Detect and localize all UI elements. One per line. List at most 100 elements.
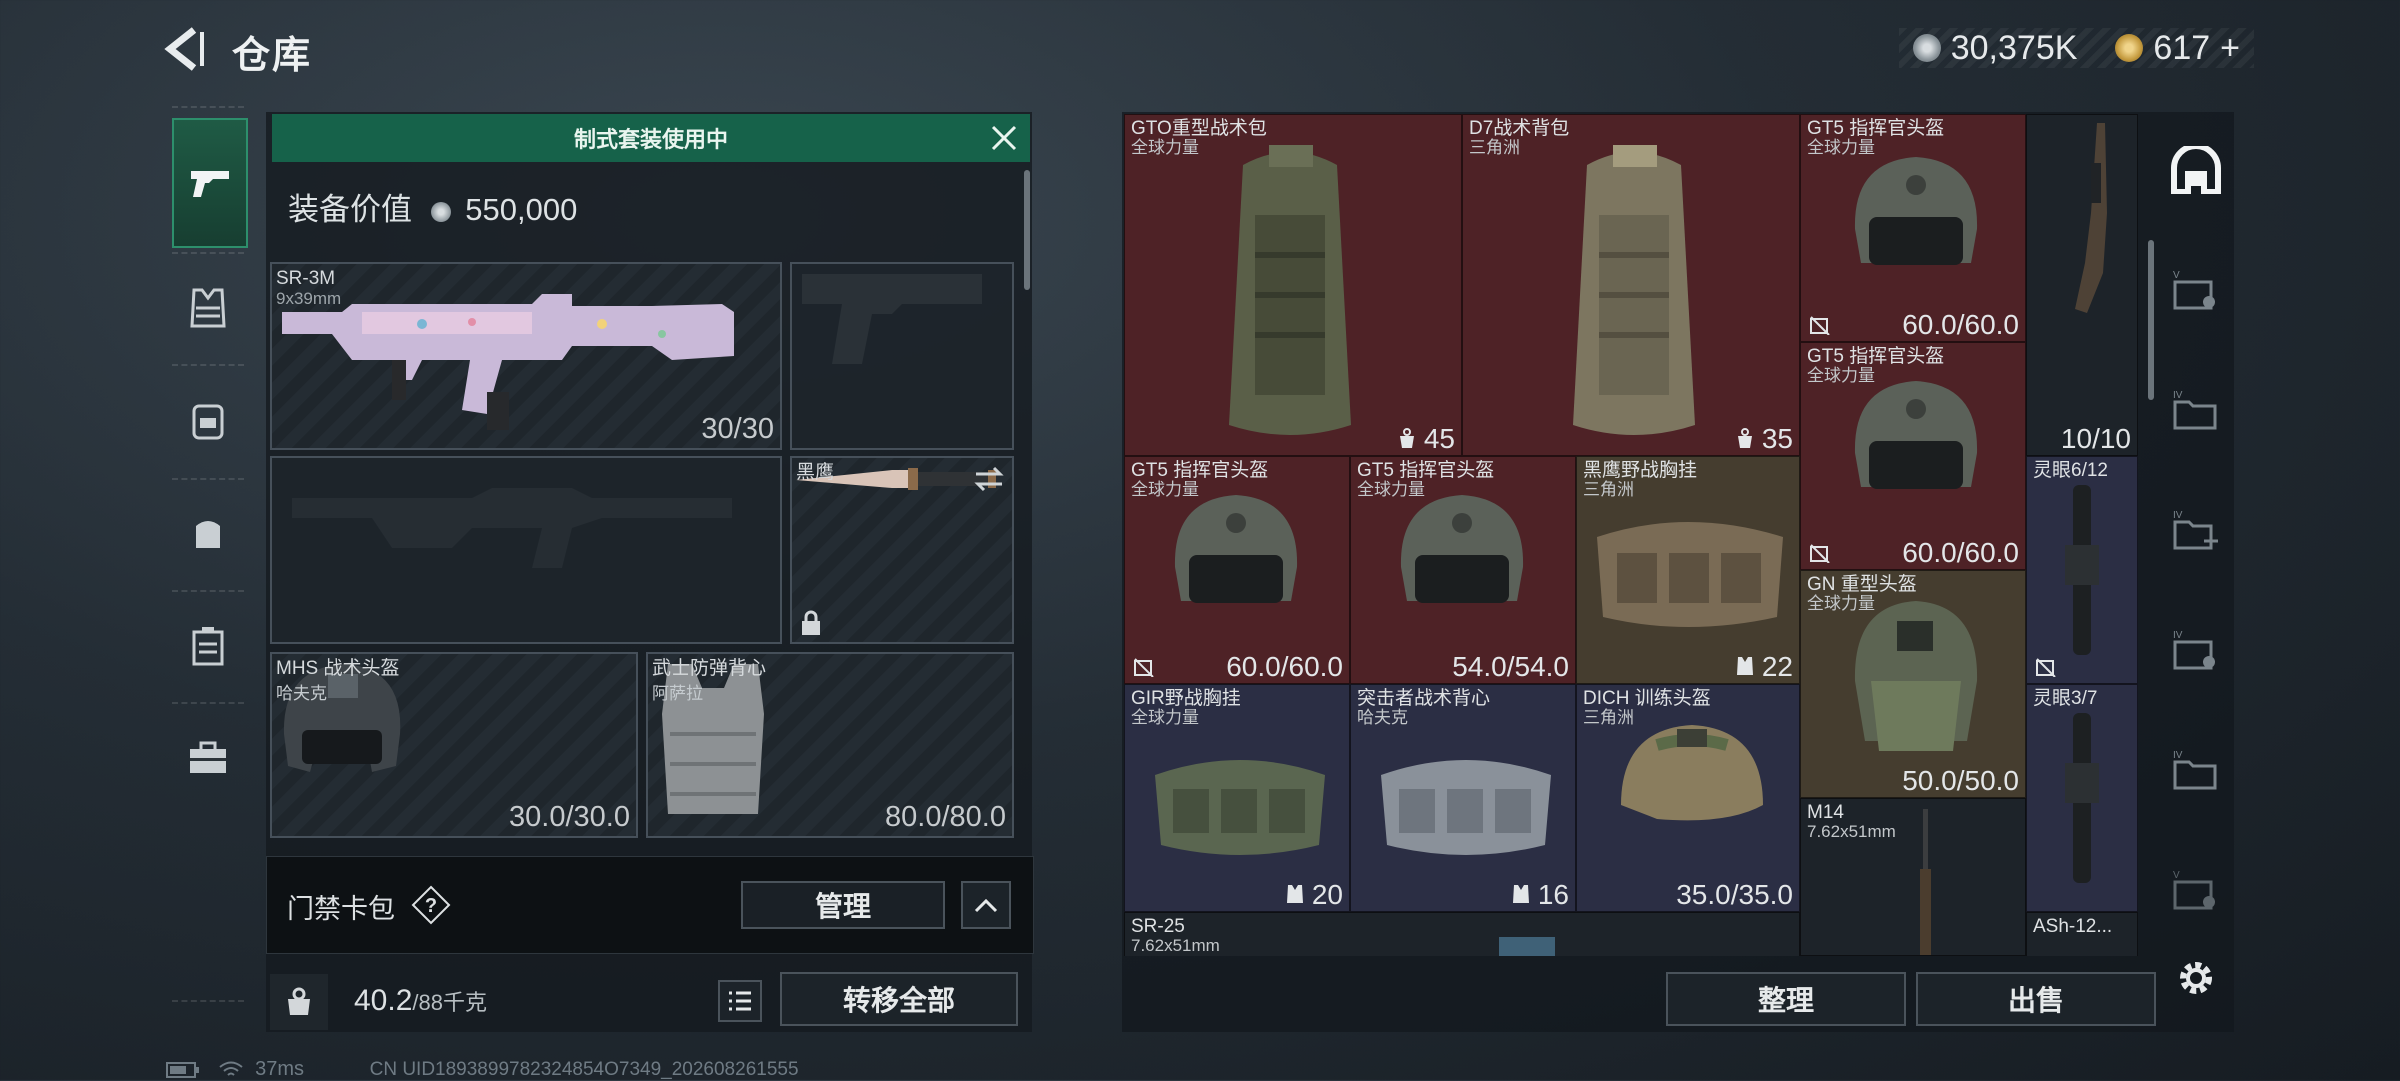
nav-chest-rig[interactable] <box>172 498 244 570</box>
equipment-value: 装备价值 550,000 <box>288 184 577 229</box>
svg-text:IV: IV <box>2173 630 2183 641</box>
stash-scrollbar[interactable] <box>2148 240 2154 400</box>
tab-stash-6[interactable]: V <box>2170 864 2222 916</box>
primary-weapon-slot[interactable]: SR-3M 9x39mm 30/30 <box>270 262 782 450</box>
weight-max: /88千克 <box>412 990 487 1015</box>
sort-button[interactable]: 整理 <box>1666 972 1906 1026</box>
stash-item[interactable]: 突击者战术背心 哈夫克 16 <box>1350 684 1576 912</box>
tab-stash-docs[interactable]: IV <box>2170 744 2222 796</box>
melee-slot[interactable]: 黑鹰 <box>790 456 1014 644</box>
item-name: SR-25 <box>1131 916 1185 937</box>
close-button[interactable] <box>988 122 1020 154</box>
stash-item[interactable]: GT5 指挥官头盔 全球力量 60.0/60.0 <box>1800 114 2026 342</box>
preset-banner: 制式套装使用中 <box>272 114 1030 162</box>
weight-readout: 40.2/88千克 <box>354 984 487 1018</box>
item-name: ASh-12... <box>2033 916 2113 937</box>
ping-text: 37ms <box>255 1058 305 1080</box>
back-arrow-icon <box>164 27 204 71</box>
chest-rig-image <box>1155 760 1325 855</box>
item-name: 黑鹰野战胸挂 <box>1583 460 1698 481</box>
primary-weapon-ammo: 9x39mm <box>276 289 342 308</box>
item-name: DICH 训练头盔 <box>1583 688 1711 709</box>
loadout-scrollbar[interactable] <box>1024 170 1030 290</box>
helmet-image <box>1174 495 1298 603</box>
stash-item[interactable]: GT5 指挥官头盔 全球力量 54.0/54.0 <box>1350 456 1576 684</box>
tab-stash-medical[interactable]: IV <box>2170 504 2222 556</box>
armor-brand: 阿萨拉 <box>652 684 703 703</box>
weight-icon <box>288 987 310 1015</box>
ammo-folder-icon: IV <box>2173 630 2215 670</box>
rifle-image <box>282 294 734 430</box>
stash-item[interactable]: GT5 指挥官头盔 全球力量 60.0/60.0 <box>1124 456 1350 684</box>
stash-item[interactable]: GN 重型头盔 全球力量 50.0/50.0 <box>1800 570 2026 798</box>
helmet-image <box>1621 725 1763 821</box>
weight-current: 40.2 <box>354 984 413 1017</box>
svg-text:IV: IV <box>2173 390 2183 401</box>
armor-slot[interactable]: 武士防弹背心 阿萨拉 80.0/80.0 <box>646 652 1014 838</box>
stash-item[interactable]: 黑鹰野战胸挂 三角洲 22 <box>1576 456 1800 684</box>
sell-button[interactable]: 出售 <box>1916 972 2156 1026</box>
stash-item[interactable]: ASh-12... <box>2026 912 2138 956</box>
back-button[interactable] <box>160 24 210 74</box>
item-brand: 全球力量 <box>1131 138 1199 157</box>
item-name: GT5 指挥官头盔 <box>1131 460 1269 481</box>
nav-toolbox[interactable] <box>172 722 244 794</box>
item-name: GT5 指挥官头盔 <box>1357 460 1495 481</box>
backpack-image <box>1229 145 1351 435</box>
item-name: M14 <box>1807 802 1844 823</box>
stash-item[interactable]: M14 7.62x51mm <box>1800 798 2026 956</box>
pistol-slot[interactable] <box>790 262 1014 450</box>
manage-button[interactable]: 管理 <box>741 881 945 929</box>
svg-text:IV: IV <box>2173 750 2183 761</box>
help-icon[interactable]: ? <box>411 885 451 925</box>
secondary-weapon-slot[interactable] <box>270 456 782 644</box>
rifle-image <box>2075 123 2107 313</box>
item-durability: 35.0/35.0 <box>1676 879 1793 910</box>
nav-backpack[interactable] <box>172 384 244 456</box>
item-ammo: 10/10 <box>2060 423 2131 454</box>
folder-icon: V <box>2173 870 2215 910</box>
stash-item[interactable]: DICH 训练头盔 三角洲 35.0/35.0 <box>1576 684 1800 912</box>
stash-item[interactable]: SR-25 7.62x51mm <box>1124 912 1800 956</box>
stash-item[interactable]: GTO重型战术包 全球力量 45 <box>1124 114 1462 456</box>
nav-vest[interactable] <box>172 272 244 344</box>
backpack-weight-icon-box <box>270 974 328 1030</box>
case-icon <box>192 627 224 666</box>
expand-button[interactable] <box>961 881 1011 929</box>
stash-item[interactable]: 灵眼6/12 <box>2026 456 2138 684</box>
stash-item[interactable]: D7战术背包 三角洲 35 <box>1462 114 1800 456</box>
stash-tabs: V IV IV IV IV V <box>2160 114 2232 1014</box>
tab-stash-4[interactable]: IV <box>2170 384 2222 436</box>
toolbox-icon <box>190 741 226 773</box>
currency-primary: 30,375K <box>1950 28 2078 67</box>
transfer-all-button[interactable]: 转移全部 <box>780 972 1018 1026</box>
page-title: 仓库 <box>232 35 313 77</box>
stash-item[interactable]: 灵眼3/7 <box>2026 684 2138 912</box>
item-thumbnail <box>1499 937 1555 956</box>
tab-stash-ammo[interactable]: IV <box>2170 624 2222 676</box>
tab-all[interactable] <box>2170 144 2222 196</box>
currency-premium: 617 <box>2153 28 2211 67</box>
helmet-durability: 30.0/30.0 <box>509 801 630 833</box>
stash-item[interactable]: GIR野战胸挂 全球力量 20 <box>1124 684 1350 912</box>
folder-icon: IV <box>2173 390 2217 430</box>
tab-stash-5[interactable]: V <box>2170 264 2222 316</box>
chevron-up-icon <box>974 898 998 913</box>
lock-icon <box>802 610 820 635</box>
nav-weapons[interactable] <box>172 118 248 248</box>
swap-icon[interactable] <box>974 466 1004 492</box>
uid-text: CN UID1893899782324854O7349_202608261555 <box>369 1059 799 1080</box>
item-durability: 60.0/60.0 <box>1226 651 1343 682</box>
nav-case[interactable] <box>172 610 244 682</box>
add-currency-button[interactable]: + <box>2220 29 2240 68</box>
vest-icon <box>190 288 226 328</box>
item-slots: 35 <box>1736 423 1793 455</box>
stash-item[interactable]: GT5 指挥官头盔 全球力量 60.0/60.0 <box>1800 342 2026 570</box>
durability-icon <box>2036 658 2056 677</box>
settings-button[interactable] <box>2170 952 2222 1004</box>
list-view-button[interactable] <box>718 980 762 1022</box>
folder-icon: V <box>2173 270 2215 310</box>
helmet-slot[interactable]: MHS 战术头盔 哈夫克 30.0/30.0 <box>270 652 638 838</box>
battery-icon <box>166 1061 199 1078</box>
stash-item[interactable]: 10/10 <box>2026 114 2138 456</box>
